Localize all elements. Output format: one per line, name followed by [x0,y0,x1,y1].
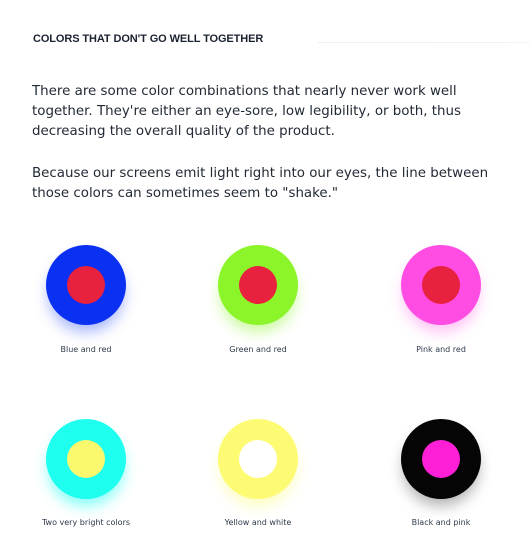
swatch-caption: Yellow and white [224,518,292,527]
outer-circle [401,245,481,325]
inner-circle [67,266,105,304]
inner-circle [422,440,460,478]
outer-circle [401,419,481,499]
intro-paragraph: There are some color combinations that n… [32,84,461,139]
swatch-black-pink: Black and pink [361,419,521,552]
swatch-green-red: Green and red [178,245,338,385]
inner-circle [239,266,277,304]
shake-paragraph: Because our screens emit light right int… [32,166,489,201]
swatch-caption: Two very bright colors [41,518,131,527]
outer-circle [218,419,298,499]
outer-circle [46,419,126,499]
inner-circle [239,440,277,478]
outer-circle [218,245,298,325]
swatch-blue-red: Blue and red [6,245,166,385]
swatch-yellow-white: Yellow and white [178,419,338,552]
outer-circle [46,245,126,325]
header-divider [318,42,530,43]
inner-circle [67,440,105,478]
section-title: COLORS THAT DON'T GO WELL TOGETHER [33,33,264,45]
swatch-caption: Green and red [229,345,287,354]
inner-circle [422,266,460,304]
swatch-bright-colors: Two very bright colors [6,419,166,552]
swatch-caption: Black and pink [411,518,471,527]
swatch-pink-red: Pink and red [361,245,521,385]
swatch-caption: Blue and red [60,345,112,354]
swatch-caption: Pink and red [416,345,466,354]
section-header: COLORS THAT DON'T GO WELL TOGETHER [33,33,530,51]
